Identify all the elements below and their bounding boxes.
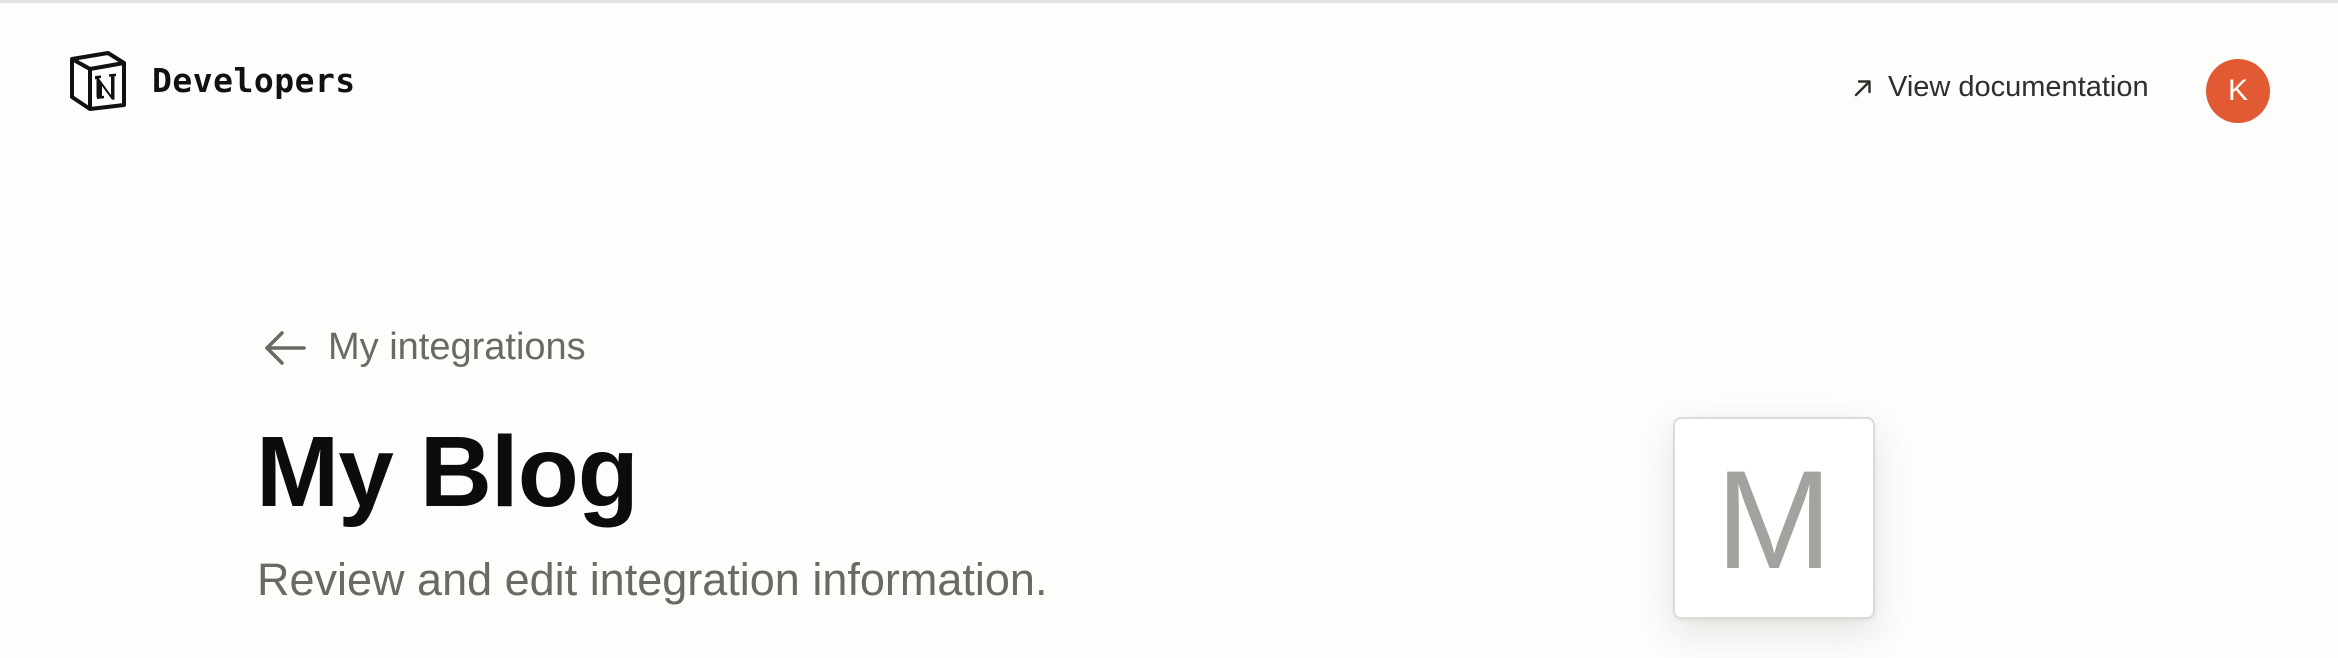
back-link-label: My integrations: [328, 326, 586, 368]
notion-logo-icon: [68, 49, 128, 111]
back-to-my-integrations-link[interactable]: My integrations: [262, 326, 586, 369]
page-subtitle: Review and edit integration information.: [257, 554, 1048, 605]
arrow-left-icon: [262, 328, 308, 368]
integration-icon-tile[interactable]: M: [1673, 417, 1875, 619]
page-title: My Blog: [256, 416, 639, 528]
user-avatar[interactable]: K: [2206, 59, 2270, 123]
top-header: Developers View documentation K: [0, 3, 2338, 163]
brand-name: Developers: [152, 60, 356, 100]
view-documentation-label: View documentation: [1888, 71, 2149, 103]
integration-icon-letter: M: [1715, 441, 1833, 598]
view-documentation-link[interactable]: View documentation: [1852, 71, 2149, 104]
arrow-up-right-icon: [1852, 77, 1874, 99]
brand-home-link[interactable]: Developers: [68, 49, 356, 111]
